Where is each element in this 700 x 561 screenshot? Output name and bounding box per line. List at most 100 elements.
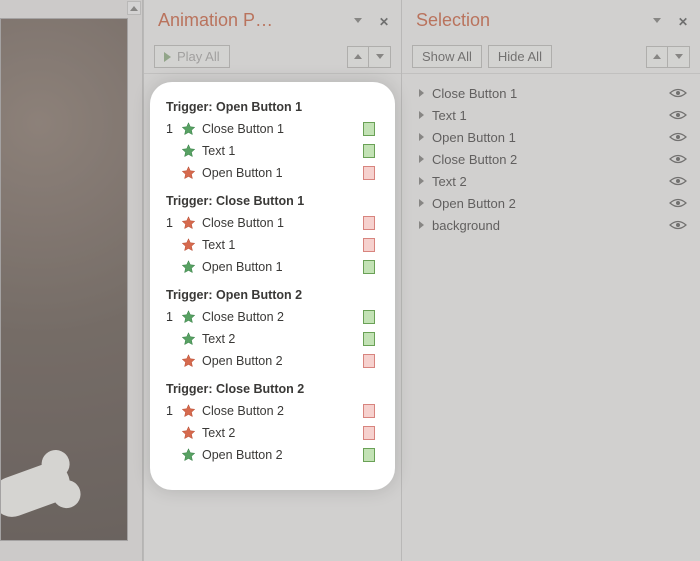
animation-item-label: Open Button 1: [202, 260, 363, 274]
animation-item[interactable]: Text 1: [162, 234, 383, 256]
duration-swatch: [363, 332, 375, 346]
star-icon: [180, 447, 196, 463]
selection-item[interactable]: Close Button 2: [414, 148, 688, 170]
chevron-right-icon: [419, 221, 424, 229]
expand-toggle[interactable]: [414, 133, 428, 141]
animation-item[interactable]: Text 2: [162, 328, 383, 350]
selection-pane-title: Selection: [416, 10, 650, 31]
duration-swatch: [363, 216, 375, 230]
animation-item-label: Text 2: [202, 426, 363, 440]
close-icon: [678, 10, 688, 31]
trigger-block: Trigger: Close Button 11Close Button 1Te…: [162, 194, 383, 278]
animation-item-label: Open Button 1: [202, 166, 363, 180]
star-icon: [180, 403, 196, 419]
duration-swatch: [363, 260, 375, 274]
thumbnail-scroll-up[interactable]: [127, 1, 141, 15]
star-icon: [180, 165, 196, 181]
selection-item-label: Open Button 1: [432, 130, 668, 145]
expand-toggle[interactable]: [414, 199, 428, 207]
chevron-up-icon: [130, 6, 138, 11]
animation-item[interactable]: 1 Close Button 2: [162, 306, 383, 328]
animation-item[interactable]: Open Button 1: [162, 162, 383, 184]
animation-sequence-number: 1: [166, 310, 180, 324]
show-all-button[interactable]: Show All: [412, 45, 482, 68]
animation-pane-header: Animation P…: [144, 0, 401, 40]
animation-item[interactable]: Open Button 2: [162, 444, 383, 466]
animation-item-label: Text 1: [202, 238, 363, 252]
selection-pane-header: Selection: [402, 0, 700, 40]
star-icon: [180, 331, 196, 347]
chevron-right-icon: [419, 89, 424, 97]
move-down-button[interactable]: [369, 46, 391, 68]
chevron-right-icon: [419, 199, 424, 207]
animation-item[interactable]: Open Button 2: [162, 350, 383, 372]
send-backward-button[interactable]: [668, 46, 690, 68]
pane-options-dropdown[interactable]: [351, 13, 365, 27]
duration-swatch: [363, 404, 375, 418]
animation-toolbar: Play All: [144, 40, 401, 74]
star-icon: [180, 309, 196, 325]
chevron-down-icon: [376, 54, 384, 59]
visibility-toggle[interactable]: [668, 110, 688, 120]
chevron-down-icon: [675, 54, 683, 59]
selection-item-label: Text 2: [432, 174, 668, 189]
play-all-button[interactable]: Play All: [154, 45, 230, 68]
play-icon: [164, 52, 171, 62]
selection-item[interactable]: background: [414, 214, 688, 236]
animation-item[interactable]: 1Close Button 1: [162, 118, 383, 140]
selection-toolbar: Show All Hide All: [402, 40, 700, 74]
hide-all-button[interactable]: Hide All: [488, 45, 552, 68]
animation-item[interactable]: 1 Close Button 1: [162, 212, 383, 234]
play-all-label: Play All: [177, 49, 220, 64]
expand-toggle[interactable]: [414, 177, 428, 185]
selection-item-label: Close Button 1: [432, 86, 668, 101]
selection-item[interactable]: Close Button 1: [414, 82, 688, 104]
selection-item[interactable]: Open Button 2: [414, 192, 688, 214]
duration-swatch: [363, 310, 375, 324]
selection-item-label: Close Button 2: [432, 152, 668, 167]
slide-thumbnail-strip: [0, 0, 143, 561]
visibility-toggle[interactable]: [668, 176, 688, 186]
visibility-toggle[interactable]: [668, 132, 688, 142]
close-animation-pane[interactable]: [377, 13, 391, 27]
selection-item[interactable]: Text 2: [414, 170, 688, 192]
animation-item-label: Close Button 2: [202, 310, 363, 324]
chevron-down-icon: [354, 18, 362, 23]
star-icon: [180, 353, 196, 369]
visibility-toggle[interactable]: [668, 220, 688, 230]
move-up-button[interactable]: [347, 46, 369, 68]
duration-swatch: [363, 354, 375, 368]
animation-item-label: Open Button 2: [202, 354, 363, 368]
animation-pane: Animation P… Play All Trigger: Open Butt…: [143, 0, 401, 561]
expand-toggle[interactable]: [414, 155, 428, 163]
animation-item-label: Text 2: [202, 332, 363, 346]
animation-item[interactable]: Text 1: [162, 140, 383, 162]
animation-sequence-number: 1: [166, 216, 180, 230]
animation-sequence-number: 1: [166, 122, 180, 136]
star-icon: [180, 259, 196, 275]
visibility-toggle[interactable]: [668, 154, 688, 164]
selection-list: Close Button 1 Text 1 Open Button 1 Close B…: [402, 74, 700, 244]
duration-swatch: [363, 122, 375, 136]
animation-item[interactable]: Text 2: [162, 422, 383, 444]
slide-thumbnail[interactable]: [0, 18, 128, 541]
visibility-toggle[interactable]: [668, 198, 688, 208]
animation-item-label: Close Button 2: [202, 404, 363, 418]
close-selection-pane[interactable]: [676, 13, 690, 27]
selection-item[interactable]: Open Button 1: [414, 126, 688, 148]
expand-toggle[interactable]: [414, 89, 428, 97]
duration-swatch: [363, 448, 375, 462]
close-icon: [379, 10, 389, 31]
expand-toggle[interactable]: [414, 221, 428, 229]
animation-item[interactable]: 1Close Button 2: [162, 400, 383, 422]
bring-forward-button[interactable]: [646, 46, 668, 68]
selection-pane: Selection Show All Hide All Close Button…: [401, 0, 700, 561]
pane-options-dropdown[interactable]: [650, 13, 664, 27]
expand-toggle[interactable]: [414, 111, 428, 119]
selection-item[interactable]: Text 1: [414, 104, 688, 126]
duration-swatch: [363, 166, 375, 180]
animation-item-label: Close Button 1: [202, 216, 363, 230]
duration-swatch: [363, 144, 375, 158]
visibility-toggle[interactable]: [668, 88, 688, 98]
animation-item[interactable]: Open Button 1: [162, 256, 383, 278]
